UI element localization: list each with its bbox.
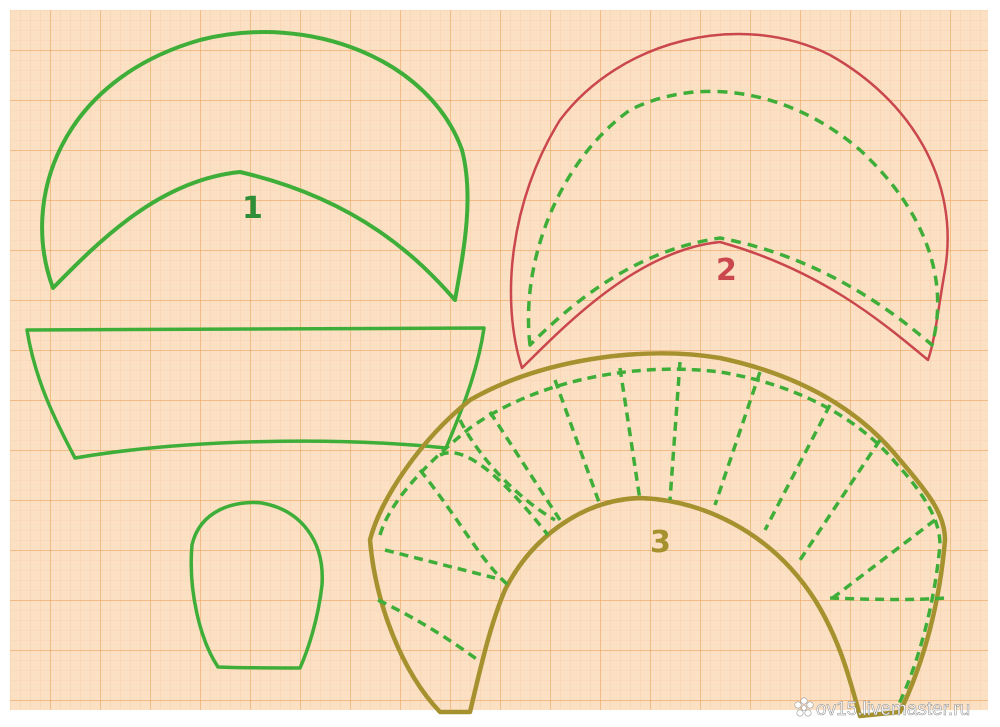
pattern-sheet: 1 2 3 ov15.livemaster.ru bbox=[10, 10, 988, 720]
watermark: ov15.livemaster.ru bbox=[794, 697, 970, 720]
pattern-label-2: 2 bbox=[716, 253, 737, 288]
pattern-label-1: 1 bbox=[242, 191, 263, 226]
watermark-text: ov15.livemaster.ru bbox=[816, 699, 970, 720]
pattern-label-3: 3 bbox=[650, 525, 671, 560]
